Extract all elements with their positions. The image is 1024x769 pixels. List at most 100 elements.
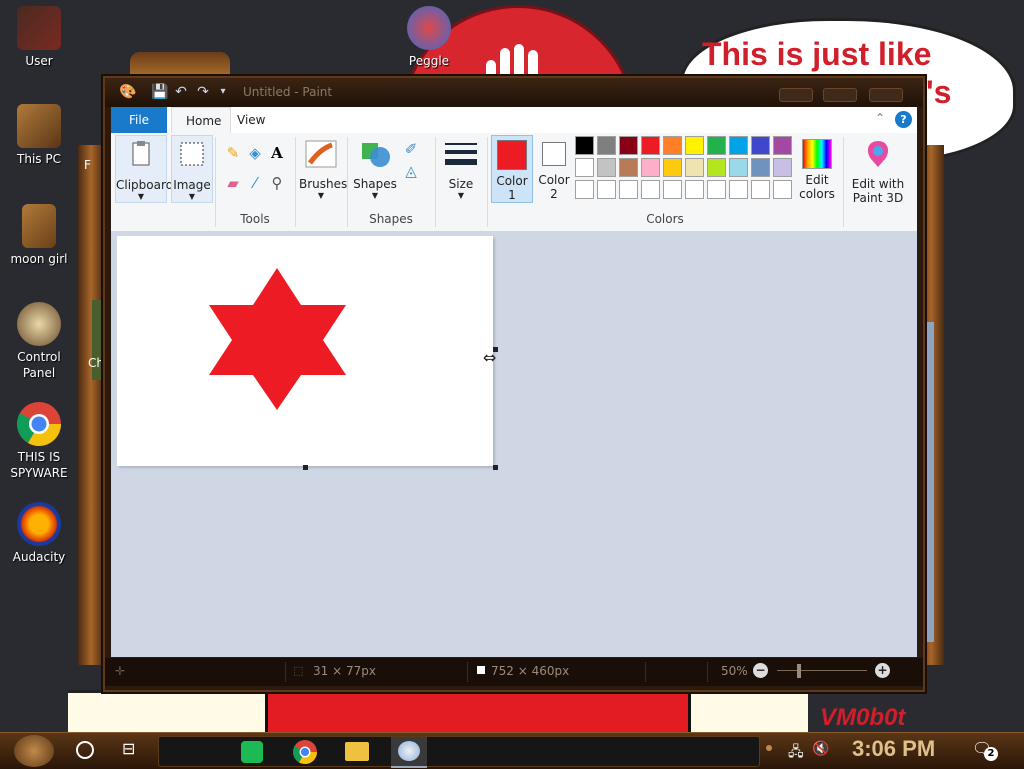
- size-button[interactable]: Size ▼: [439, 135, 483, 201]
- palette-color-swatch[interactable]: [685, 158, 704, 177]
- zoom-out-button[interactable]: −: [753, 663, 768, 678]
- zoom-in-button[interactable]: +: [875, 663, 890, 678]
- edit-with-paint3d-button[interactable]: Edit with Paint 3D: [847, 135, 909, 205]
- palette-color-swatch[interactable]: [663, 136, 682, 155]
- palette-color-swatch[interactable]: [685, 180, 704, 199]
- palette-color-swatch[interactable]: [641, 136, 660, 155]
- palette-color-swatch[interactable]: [597, 136, 616, 155]
- desktop-icon-moon-girl[interactable]: moon girl: [0, 204, 78, 267]
- taskbar: ⊟ 🖧 🔇 3:06 PM 🗨 2: [0, 732, 1024, 769]
- brush-icon: [304, 139, 338, 173]
- tab-view[interactable]: View: [223, 107, 281, 133]
- zoom-slider-track[interactable]: [777, 670, 867, 671]
- tab-file[interactable]: File: [111, 107, 167, 133]
- palette-color-swatch[interactable]: [707, 180, 726, 199]
- palette-color-swatch[interactable]: [663, 158, 682, 177]
- clipboard-button[interactable]: Clipboard ▼: [115, 135, 173, 203]
- ribbon: Clipboard ▼ Image ▼ ✎ ◈ A ▰ ⁄ ⚲ Tools Br…: [111, 133, 917, 232]
- brushes-button[interactable]: Brushes ▼: [299, 135, 347, 201]
- maximize-button[interactable]: [823, 88, 857, 102]
- palette-color-swatch[interactable]: [707, 158, 726, 177]
- palette-color-swatch[interactable]: [729, 158, 748, 177]
- color-picker-icon[interactable]: ⁄: [245, 173, 265, 193]
- desktop-icon-chrome[interactable]: THIS IS SPYWARE: [0, 402, 78, 481]
- palette-color-swatch[interactable]: [641, 180, 660, 199]
- palette-color-swatch[interactable]: [751, 158, 770, 177]
- palette-color-swatch[interactable]: [729, 136, 748, 155]
- resize-handle-bottom[interactable]: [303, 465, 308, 470]
- clock[interactable]: 3:06 PM: [852, 736, 935, 762]
- pencil-icon[interactable]: ✎: [223, 143, 243, 163]
- start-button[interactable]: [14, 735, 54, 767]
- divider: [295, 137, 296, 227]
- desktop-icon-user[interactable]: User: [0, 6, 78, 69]
- palette-color-swatch[interactable]: [575, 180, 594, 199]
- minimize-button[interactable]: [779, 88, 813, 102]
- palette-color-swatch[interactable]: [641, 158, 660, 177]
- title-bar[interactable]: 🎨 💾 ↶ ↷ ▾ Untitled - Paint: [105, 78, 923, 107]
- palette-color-swatch[interactable]: [773, 136, 792, 155]
- text-icon[interactable]: A: [267, 143, 287, 163]
- wallpaper-bottom-red: [265, 690, 691, 732]
- network-icon[interactable]: 🖧: [788, 741, 804, 765]
- audacity-icon: [17, 502, 61, 546]
- watermark: VM0b0t: [820, 704, 906, 731]
- desktop-icon-control-panel[interactable]: Control Panel: [0, 302, 78, 381]
- fill-icon[interactable]: ◈: [245, 143, 265, 163]
- palette-color-swatch[interactable]: [751, 180, 770, 199]
- undo-icon[interactable]: ↶: [173, 84, 189, 100]
- chrome-icon[interactable]: [293, 740, 317, 764]
- close-button[interactable]: [869, 88, 903, 102]
- help-icon[interactable]: ?: [895, 111, 912, 128]
- desktop-icon-audacity[interactable]: Audacity: [0, 502, 78, 565]
- color2-swatch: [542, 142, 566, 166]
- customize-toolbar-icon[interactable]: ▾: [215, 84, 231, 100]
- palette-color-swatch[interactable]: [575, 136, 594, 155]
- drawing-canvas[interactable]: [117, 236, 493, 466]
- palette-color-swatch[interactable]: [707, 136, 726, 155]
- palette-color-swatch[interactable]: [575, 158, 594, 177]
- palette-color-swatch[interactable]: [619, 158, 638, 177]
- color2-button[interactable]: Color 2: [535, 135, 573, 201]
- eraser-icon[interactable]: ▰: [223, 173, 243, 193]
- notification-badge: 2: [984, 747, 998, 761]
- taskbar-paint-active[interactable]: [391, 737, 427, 768]
- palette-color-swatch[interactable]: [751, 136, 770, 155]
- window-title: Untitled - Paint: [243, 85, 333, 99]
- color1-button[interactable]: Color 1: [491, 135, 533, 203]
- fill-shape-icon[interactable]: ◬: [401, 161, 421, 181]
- palette-color-swatch[interactable]: [773, 180, 792, 199]
- file-explorer-icon[interactable]: [345, 742, 369, 761]
- resize-cursor-icon: ⇔: [483, 348, 497, 367]
- resize-handle-corner[interactable]: [493, 465, 498, 470]
- volume-muted-icon[interactable]: 🔇: [812, 741, 829, 757]
- magnifier-icon[interactable]: ⚲: [267, 173, 287, 193]
- zoom-slider-thumb[interactable]: [797, 664, 801, 678]
- palette-color-swatch[interactable]: [773, 158, 792, 177]
- image-button[interactable]: Image ▼: [171, 135, 213, 203]
- edit-colors-button[interactable]: Edit colors: [797, 135, 837, 201]
- palette-color-swatch[interactable]: [597, 158, 616, 177]
- palette-color-swatch[interactable]: [685, 136, 704, 155]
- selection-icon: [175, 140, 209, 174]
- palette-color-swatch[interactable]: [597, 180, 616, 199]
- canvas-workspace[interactable]: ⇔: [111, 231, 917, 657]
- chrome-icon: [17, 402, 61, 446]
- sheets-icon[interactable]: [241, 741, 263, 763]
- shapes-button[interactable]: Shapes ▼: [353, 135, 397, 201]
- search-icon[interactable]: [76, 741, 94, 759]
- palette-color-swatch[interactable]: [729, 180, 748, 199]
- palette-color-swatch[interactable]: [619, 180, 638, 199]
- task-view-icon[interactable]: ⊟: [122, 739, 135, 758]
- collapse-ribbon-icon[interactable]: ⌃: [875, 111, 885, 125]
- paint-app-icon: 🎨: [119, 84, 137, 100]
- desktop-icon-this-pc[interactable]: This PC: [0, 104, 78, 167]
- divider: [843, 137, 844, 227]
- desktop-icon-peggle[interactable]: Peggle: [390, 6, 468, 69]
- save-icon[interactable]: 💾: [151, 84, 168, 100]
- outline-icon[interactable]: ✐: [401, 139, 421, 159]
- redo-icon[interactable]: ↷: [195, 84, 211, 100]
- palette-color-swatch[interactable]: [663, 180, 682, 199]
- tab-home[interactable]: Home: [171, 107, 231, 134]
- palette-color-swatch[interactable]: [619, 136, 638, 155]
